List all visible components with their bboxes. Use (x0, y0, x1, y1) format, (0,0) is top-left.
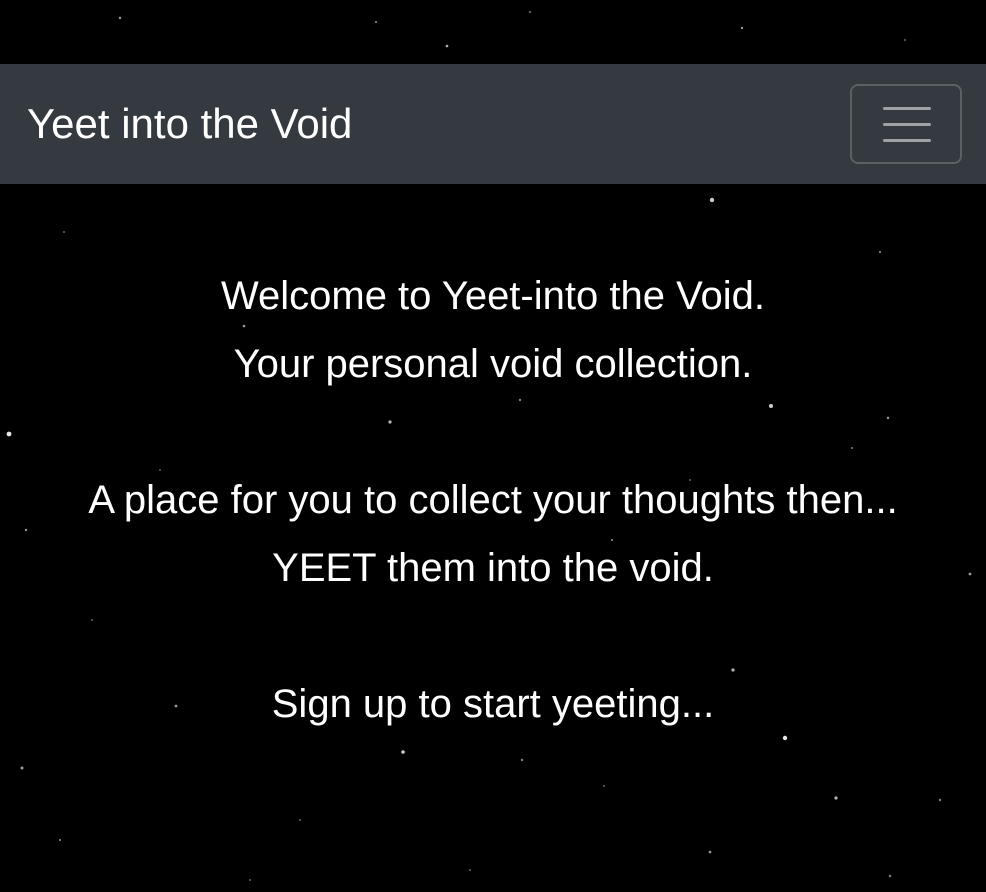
hamburger-menu-icon (883, 107, 931, 143)
intro-content: Welcome to Yeet-into the Void. Your pers… (0, 262, 986, 738)
description-line: A place for you to collect your thoughts… (88, 478, 898, 522)
welcome-line: Welcome to Yeet-into the Void. (220, 274, 766, 318)
navbar: Yeet into the Void (0, 64, 986, 184)
navbar-toggle-button[interactable] (850, 84, 962, 164)
signup-prompt: Sign up to start yeeting... (271, 682, 715, 726)
subtitle-line: Your personal void collection. (233, 342, 753, 386)
brand-link[interactable]: Yeet into the Void (27, 64, 352, 184)
yeet-line: YEET them into the void. (272, 546, 714, 590)
